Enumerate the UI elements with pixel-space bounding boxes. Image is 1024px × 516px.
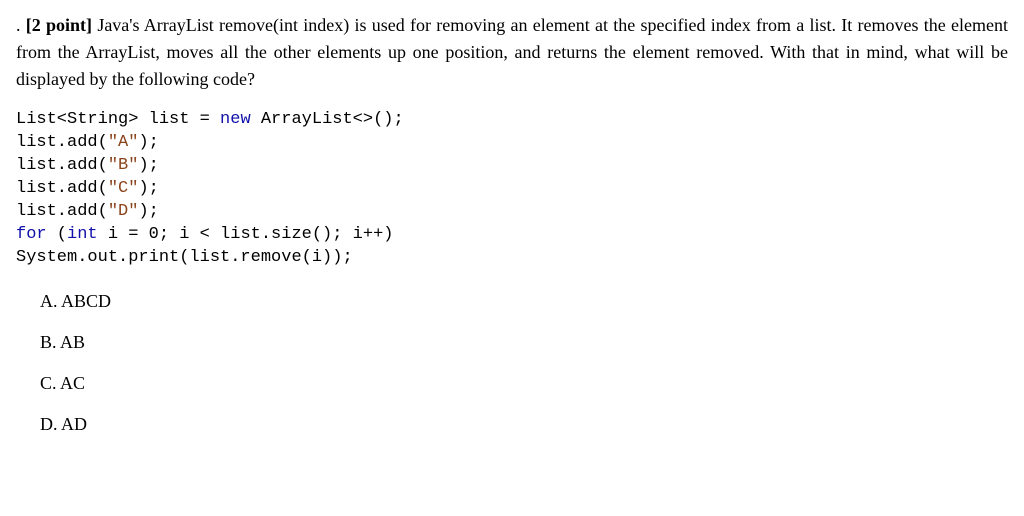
question-number-prefix: . [16,12,21,39]
option-label: B. [40,332,57,352]
option-label: A. [40,291,58,311]
option-label: C. [40,373,57,393]
code-line-6: for (int i = 0; i < list.size(); i++) [16,225,393,244]
question-prompt: . [2 point] Java's ArrayList remove(int … [16,12,1008,93]
code-block: List<String> list = new ArrayList<>(); l… [16,109,1008,270]
code-line-5: list.add("D"); [16,202,159,221]
question-text: Java's ArrayList remove(int index) is us… [16,15,1008,89]
code-line-2: list.add("A"); [16,133,159,152]
option-d: D. AD [40,411,1008,438]
code-line-7: System.out.print(list.remove(i)); [16,248,353,267]
code-line-3: list.add("B"); [16,156,159,175]
option-text: AC [60,373,85,393]
option-text: AD [61,414,87,434]
code-line-1: List<String> list = new ArrayList<>(); [16,110,404,129]
option-b: B. AB [40,329,1008,356]
points-label: [2 point] [26,15,92,35]
option-label: D. [40,414,58,434]
answer-options: A. ABCD B. AB C. AC D. AD [40,288,1008,438]
option-text: AB [60,332,85,352]
option-a: A. ABCD [40,288,1008,315]
option-text: ABCD [61,291,111,311]
option-c: C. AC [40,370,1008,397]
code-line-4: list.add("C"); [16,179,159,198]
